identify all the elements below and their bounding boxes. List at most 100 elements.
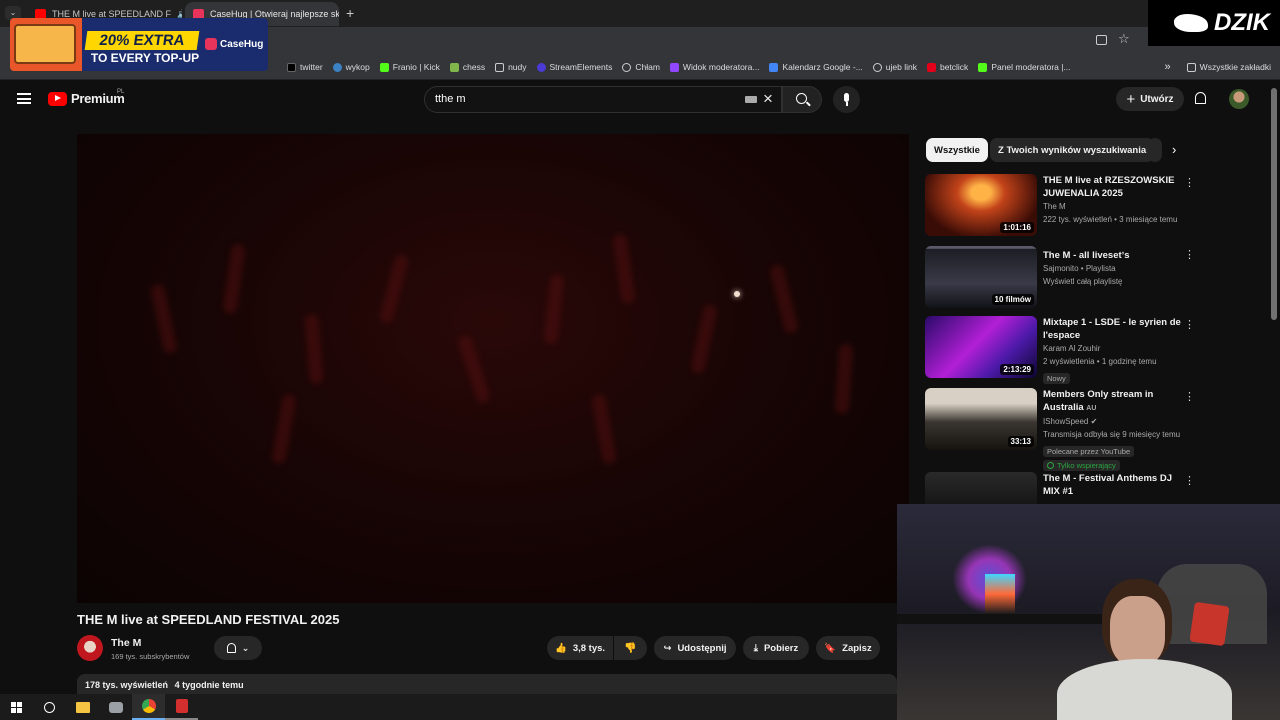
more-options-icon[interactable]: ⋮: [1184, 248, 1195, 261]
chrome-taskbar-button[interactable]: [132, 694, 165, 720]
subscriber-count: 169 tys. subskrybentów: [111, 652, 190, 661]
save-button[interactable]: 🔖 Zapisz: [816, 636, 880, 660]
duration-badge: 1:01:16: [1000, 222, 1034, 233]
rec-title[interactable]: Mixtape 1 - LSDE - le syrien de l'espace: [1043, 316, 1183, 342]
globe-icon: [872, 62, 882, 72]
chip-partial[interactable]: [1148, 138, 1162, 162]
dislike-button[interactable]: 👎: [614, 636, 647, 660]
rec-stats: 222 tys. wyświetleń • 3 miesiące temu: [1043, 215, 1178, 224]
playlist-thumbnail[interactable]: 10 filmów: [925, 246, 1037, 308]
chips-next-arrow-icon[interactable]: ›: [1172, 142, 1176, 157]
folder-icon: [495, 62, 505, 72]
upload-date: 4 tygodnie temu: [174, 680, 244, 690]
rec-channel[interactable]: Sajmonito • Playlista: [1043, 262, 1183, 275]
country-badge: AU: [1086, 405, 1097, 412]
download-icon: ⤓: [753, 642, 758, 654]
install-app-icon[interactable]: [1096, 35, 1107, 45]
taskbar-search-button[interactable]: [33, 694, 66, 720]
bookmark-chlam[interactable]: Chłam: [617, 62, 665, 72]
bookmark-widok-moderatora[interactable]: Widok moderatora...: [665, 62, 765, 72]
bookmark-kalendarz[interactable]: Kalendarz Google -...: [764, 62, 867, 72]
share-button[interactable]: ↪ Udostępnij: [654, 636, 736, 660]
channel-name[interactable]: The M: [111, 637, 141, 649]
more-options-icon[interactable]: ⋮: [1184, 176, 1195, 189]
plus-icon: +: [1126, 90, 1136, 108]
treasure-chest-icon: [14, 24, 76, 64]
subscription-bell-button[interactable]: ⌄: [214, 636, 262, 660]
rec-channel[interactable]: Karam Al Zouhir: [1043, 342, 1183, 355]
youtube-logo[interactable]: Premium: [48, 91, 125, 106]
page-scrollbar[interactable]: [1271, 88, 1277, 320]
like-button[interactable]: 👍 3,8 tys.: [547, 636, 613, 660]
bookmark-panel-moderatora[interactable]: Panel moderatora |...: [973, 62, 1075, 72]
more-options-icon[interactable]: ⋮: [1184, 318, 1195, 331]
app-button[interactable]: [99, 694, 132, 720]
bookmark-ujeb-link[interactable]: ujeb link: [868, 62, 922, 72]
video-thumbnail[interactable]: 1:01:16: [925, 174, 1037, 236]
chevron-down-icon: ⌄: [241, 642, 250, 653]
file-explorer-button[interactable]: [66, 694, 99, 720]
kick-icon: [978, 62, 988, 72]
chip-all[interactable]: Wszystkie: [926, 138, 988, 162]
video-player[interactable]: [77, 134, 909, 603]
folder-icon: [75, 701, 90, 713]
new-tab-button[interactable]: +: [346, 5, 354, 21]
rec-channel[interactable]: IShowSpeed ✔: [1043, 415, 1183, 428]
chrome-icon: [141, 699, 156, 713]
menu-icon[interactable]: [17, 93, 31, 104]
notifications-bell-icon[interactable]: [1195, 92, 1206, 104]
casehug-ad-banner[interactable]: 20% EXTRA TO EVERY TOP-UP CaseHug: [10, 18, 268, 71]
windows-icon: [11, 701, 22, 713]
rec-title[interactable]: The M - all livesetʼs: [1043, 249, 1183, 262]
rec-channel[interactable]: The M: [1043, 200, 1183, 213]
create-button[interactable]: + Utwórz: [1116, 87, 1184, 111]
video-thumbnail[interactable]: 2:13:29: [925, 316, 1037, 378]
clear-search-icon[interactable]: ×: [763, 89, 773, 109]
bookmarks-overflow-button[interactable]: »: [1160, 61, 1176, 73]
voice-search-button[interactable]: [833, 86, 860, 113]
windows-start-button[interactable]: [0, 694, 33, 720]
bookmark-star-icon[interactable]: ☆: [1118, 31, 1130, 47]
rec-stats[interactable]: Wyświetl całą playlistę: [1043, 275, 1183, 288]
chip-from-search[interactable]: Z Twoich wyników wyszukiwania: [990, 138, 1155, 162]
bookmark-chess[interactable]: chess: [445, 62, 490, 72]
casehug-logo-icon: [205, 38, 217, 50]
obs-taskbar-button[interactable]: [165, 694, 198, 720]
search-button[interactable]: [782, 86, 822, 113]
microphone-icon: [844, 93, 849, 102]
stream-logo: DZIK: [1148, 0, 1280, 46]
rec-title[interactable]: The M - Festival Anthems DJ MIX #1: [1043, 472, 1183, 498]
bookmark-icon: 🔖: [824, 642, 837, 654]
bookmark-folder-nudy[interactable]: nudy: [490, 62, 531, 72]
taskbar: [0, 694, 897, 720]
bookmark-wykop[interactable]: wykop: [328, 62, 375, 72]
more-options-icon[interactable]: ⋮: [1184, 474, 1195, 487]
bookmark-kick[interactable]: Franio | Kick: [375, 62, 445, 72]
folder-icon: [1186, 62, 1196, 72]
avatar[interactable]: [1229, 89, 1249, 109]
kick-icon: [379, 62, 389, 72]
members-only-badge: Tylko wspierający: [1043, 460, 1120, 471]
rec-title[interactable]: Members Only stream in Australia AU: [1043, 388, 1183, 415]
view-count: 178 tys. wyświetleń: [85, 680, 169, 690]
keyboard-icon[interactable]: [745, 96, 757, 103]
video-thumbnail[interactable]: 33:13: [925, 388, 1037, 450]
ad-brand: CaseHug: [205, 38, 263, 50]
bookmark-twitter[interactable]: twitter: [282, 62, 328, 72]
calendar-icon: [769, 62, 779, 72]
chess-icon: [449, 62, 459, 72]
ad-headline: 20% EXTRA: [84, 31, 200, 50]
all-bookmarks-button[interactable]: Wszystkie zakładki: [1182, 62, 1280, 72]
more-options-icon[interactable]: ⋮: [1184, 390, 1195, 403]
download-button[interactable]: ⤓ Pobierz: [743, 636, 809, 660]
thumbs-up-icon: 👍: [554, 642, 567, 654]
search-input[interactable]: tthe m: [424, 86, 782, 113]
duration-badge: 2:13:29: [1000, 364, 1034, 375]
video-thumbnail[interactable]: [925, 472, 1037, 506]
bell-icon: [226, 643, 236, 653]
channel-avatar[interactable]: [77, 635, 103, 661]
bookmark-streamelements[interactable]: StreamElements: [532, 62, 618, 72]
bookmark-betclick[interactable]: betclick: [922, 62, 973, 72]
streamelements-icon: [536, 62, 546, 72]
rec-title[interactable]: THE M live at RZESZOWSKIE JUWENALIA 2025: [1043, 174, 1183, 200]
